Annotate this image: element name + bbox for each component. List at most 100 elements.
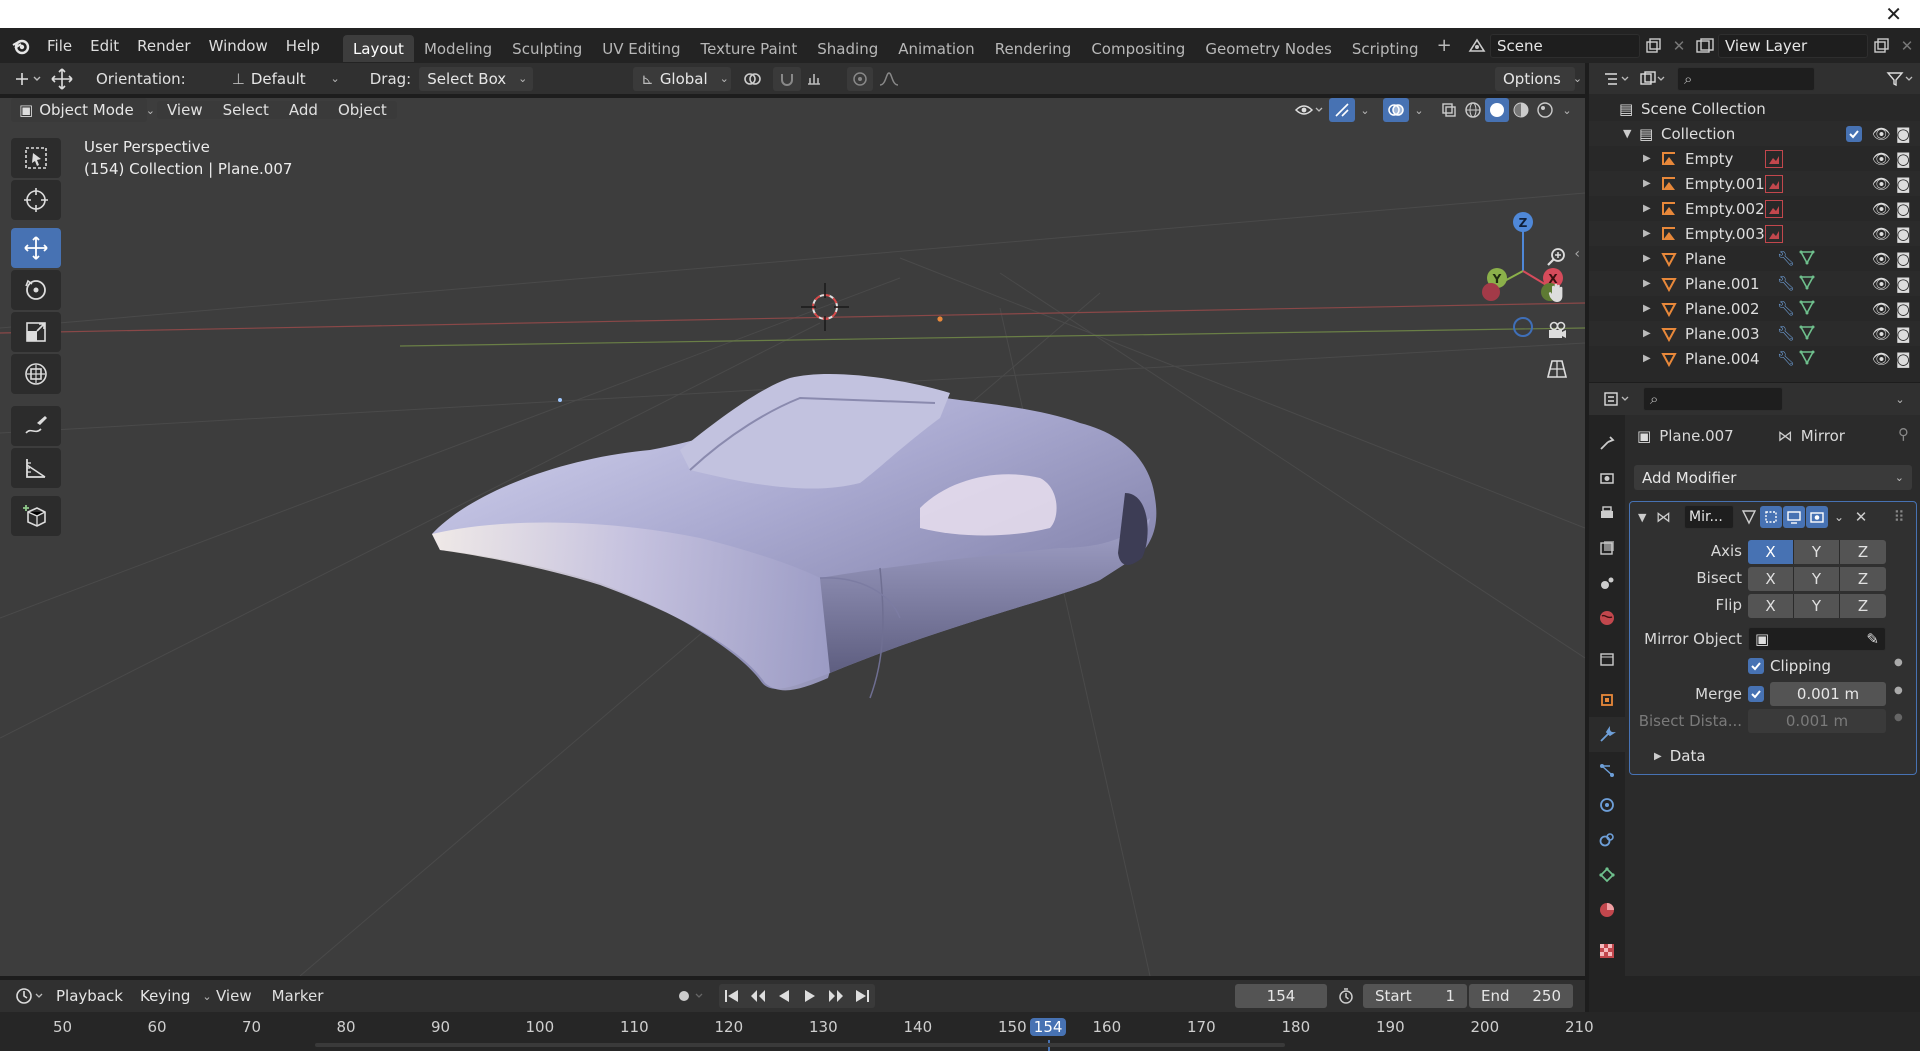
- menu-render[interactable]: Render: [128, 37, 199, 55]
- camera-icon[interactable]: ◙: [1896, 275, 1920, 293]
- pin-icon[interactable]: ⚲: [1898, 425, 1909, 443]
- eyedropper-icon[interactable]: ✎: [1866, 630, 1879, 648]
- outliner-row[interactable]: ▶ Plane.001 🔧︎ 👁 ◙: [1589, 271, 1920, 296]
- camera-icon[interactable]: ◙: [1896, 125, 1920, 143]
- tab-animation[interactable]: Animation: [888, 35, 984, 62]
- menu-object[interactable]: Object: [327, 101, 397, 119]
- scene-tab-icon[interactable]: [1589, 565, 1625, 600]
- overlays-toggle-icon[interactable]: [1383, 98, 1409, 122]
- rendered-shading-icon[interactable]: [1533, 98, 1557, 122]
- tab-shading[interactable]: Shading: [807, 35, 888, 62]
- render-tab-icon[interactable]: [1589, 460, 1625, 495]
- timeline-menu-marker[interactable]: Marker: [262, 987, 334, 1005]
- current-frame-field[interactable]: 154: [1235, 984, 1327, 1008]
- timeline-editor-type-icon[interactable]: [10, 984, 50, 1008]
- gizmo-toggle-icon[interactable]: [1329, 98, 1355, 122]
- preview-range-icon[interactable]: [1333, 984, 1359, 1008]
- camera-icon[interactable]: ◙: [1896, 200, 1920, 218]
- modifier-menu-chevron-icon[interactable]: ⌄: [1828, 510, 1850, 524]
- collection-tab-icon[interactable]: [1589, 641, 1625, 676]
- outliner-editor-type-icon[interactable]: [1599, 67, 1635, 91]
- outliner-row[interactable]: ▶ Plane 🔧︎ 👁 ◙: [1589, 246, 1920, 271]
- remove-modifier-icon[interactable]: ✕: [1850, 508, 1872, 526]
- data-subpanel-header[interactable]: ▶ Data: [1654, 747, 1706, 765]
- eye-icon[interactable]: 👁: [1872, 250, 1896, 268]
- view-layer-selector-icon[interactable]: [1692, 34, 1718, 58]
- tab-texture-paint[interactable]: Texture Paint: [690, 35, 807, 62]
- jump-to-keyframe-forward-icon[interactable]: [823, 984, 849, 1008]
- render-toggle-icon[interactable]: [1806, 506, 1828, 528]
- display-mode-icon[interactable]: [1635, 67, 1671, 91]
- output-tab-icon[interactable]: [1589, 495, 1625, 530]
- scene-collection-row[interactable]: ▤ Scene Collection: [1589, 96, 1920, 121]
- particles-tab-icon[interactable]: [1589, 752, 1625, 787]
- camera-icon[interactable]: ◙: [1896, 350, 1920, 368]
- jump-to-end-icon[interactable]: [849, 984, 875, 1008]
- new-view-layer-icon[interactable]: [1868, 34, 1894, 58]
- eye-icon[interactable]: 👁: [1872, 200, 1896, 218]
- chevron-down-icon[interactable]: ⌄: [1409, 98, 1429, 122]
- camera-icon[interactable]: ◙: [1896, 300, 1920, 318]
- 3d-cursor-icon[interactable]: [801, 283, 849, 331]
- camera-icon[interactable]: ◙: [1896, 150, 1920, 168]
- transform-tool-icon[interactable]: [11, 354, 61, 394]
- annotate-tool-icon[interactable]: [11, 406, 61, 446]
- eye-icon[interactable]: 👁: [1872, 275, 1896, 293]
- jump-to-start-icon[interactable]: [719, 984, 745, 1008]
- tab-rendering[interactable]: Rendering: [985, 35, 1082, 62]
- menu-select[interactable]: Select: [212, 101, 279, 119]
- merge-keyframe-dot-icon[interactable]: ●: [1894, 685, 1903, 696]
- gizmo-neg-z-handle[interactable]: [1513, 317, 1533, 337]
- sidebar-toggle-icon[interactable]: ‹: [1574, 246, 1580, 262]
- car-mesh[interactable]: [432, 373, 1157, 699]
- eye-icon[interactable]: 👁: [1872, 325, 1896, 343]
- outliner-row[interactable]: ▶ Empty.001 👁 ◙: [1589, 171, 1920, 196]
- modifier-tab-icon[interactable]: [1589, 717, 1625, 752]
- scale-tool-icon[interactable]: [11, 312, 61, 352]
- add-modifier-dropdown[interactable]: Add Modifier ⌄: [1634, 465, 1912, 490]
- scene-selector-icon[interactable]: [1464, 34, 1490, 58]
- view-layer-field[interactable]: View Layer: [1718, 33, 1868, 58]
- keying-menu[interactable]: Keying ⌄: [134, 984, 212, 1008]
- material-tab-icon[interactable]: [1589, 892, 1625, 927]
- material-preview-icon[interactable]: [1509, 98, 1533, 122]
- on-cage-toggle-icon[interactable]: [1760, 506, 1782, 528]
- measure-tool-icon[interactable]: [11, 448, 61, 488]
- eye-icon[interactable]: 👁: [1872, 225, 1896, 243]
- tool-tab-icon[interactable]: [1589, 425, 1625, 460]
- delete-scene-icon[interactable]: ✕: [1666, 34, 1692, 58]
- select-box-tool-icon[interactable]: [11, 138, 61, 178]
- tab-uv-editing[interactable]: UV Editing: [592, 35, 690, 62]
- xray-toggle-icon[interactable]: [1437, 98, 1461, 122]
- outliner-row[interactable]: ▶ Empty.003 👁 ◙: [1589, 221, 1920, 246]
- eye-icon[interactable]: 👁: [1872, 300, 1896, 318]
- menu-help[interactable]: Help: [277, 37, 329, 55]
- bisect-y-toggle[interactable]: Y: [1794, 567, 1840, 591]
- playhead-frame-label[interactable]: 154: [1029, 1018, 1067, 1036]
- outliner-row[interactable]: ▶ Empty 👁 ◙: [1589, 146, 1920, 171]
- clipping-keyframe-dot-icon[interactable]: ●: [1894, 657, 1903, 668]
- axis-x-toggle[interactable]: X: [1748, 540, 1794, 564]
- tab-compositing[interactable]: Compositing: [1081, 35, 1195, 62]
- expand-arrow-icon[interactable]: ▶: [1643, 178, 1661, 189]
- delete-view-layer-icon[interactable]: ✕: [1894, 34, 1920, 58]
- wireframe-shading-icon[interactable]: [1461, 98, 1485, 122]
- chevron-down-icon[interactable]: ⌄: [1888, 387, 1912, 411]
- drag-handle-icon[interactable]: ⠿: [1888, 508, 1910, 526]
- start-frame-field[interactable]: Start 1: [1363, 984, 1467, 1008]
- timeline-menu-view[interactable]: View: [206, 987, 262, 1005]
- play-reverse-icon[interactable]: [771, 984, 797, 1008]
- menu-file[interactable]: File: [38, 37, 81, 55]
- proportional-editing-icon[interactable]: [847, 66, 874, 91]
- end-frame-field[interactable]: End 250: [1469, 984, 1573, 1008]
- menu-view[interactable]: View: [157, 101, 213, 119]
- chevron-down-icon[interactable]: ⌄: [1355, 98, 1375, 122]
- tab-layout[interactable]: Layout: [342, 35, 414, 62]
- auto-keying-icon[interactable]: [671, 984, 711, 1008]
- expand-arrow-icon[interactable]: ▶: [1643, 303, 1661, 314]
- outliner-search-input[interactable]: ⌕: [1677, 66, 1815, 91]
- add-workspace-icon[interactable]: +: [1429, 35, 1460, 56]
- camera-icon[interactable]: ◙: [1896, 325, 1920, 343]
- timeline-scrollbar[interactable]: [315, 1043, 1285, 1047]
- expand-arrow-icon[interactable]: ▶: [1643, 203, 1661, 214]
